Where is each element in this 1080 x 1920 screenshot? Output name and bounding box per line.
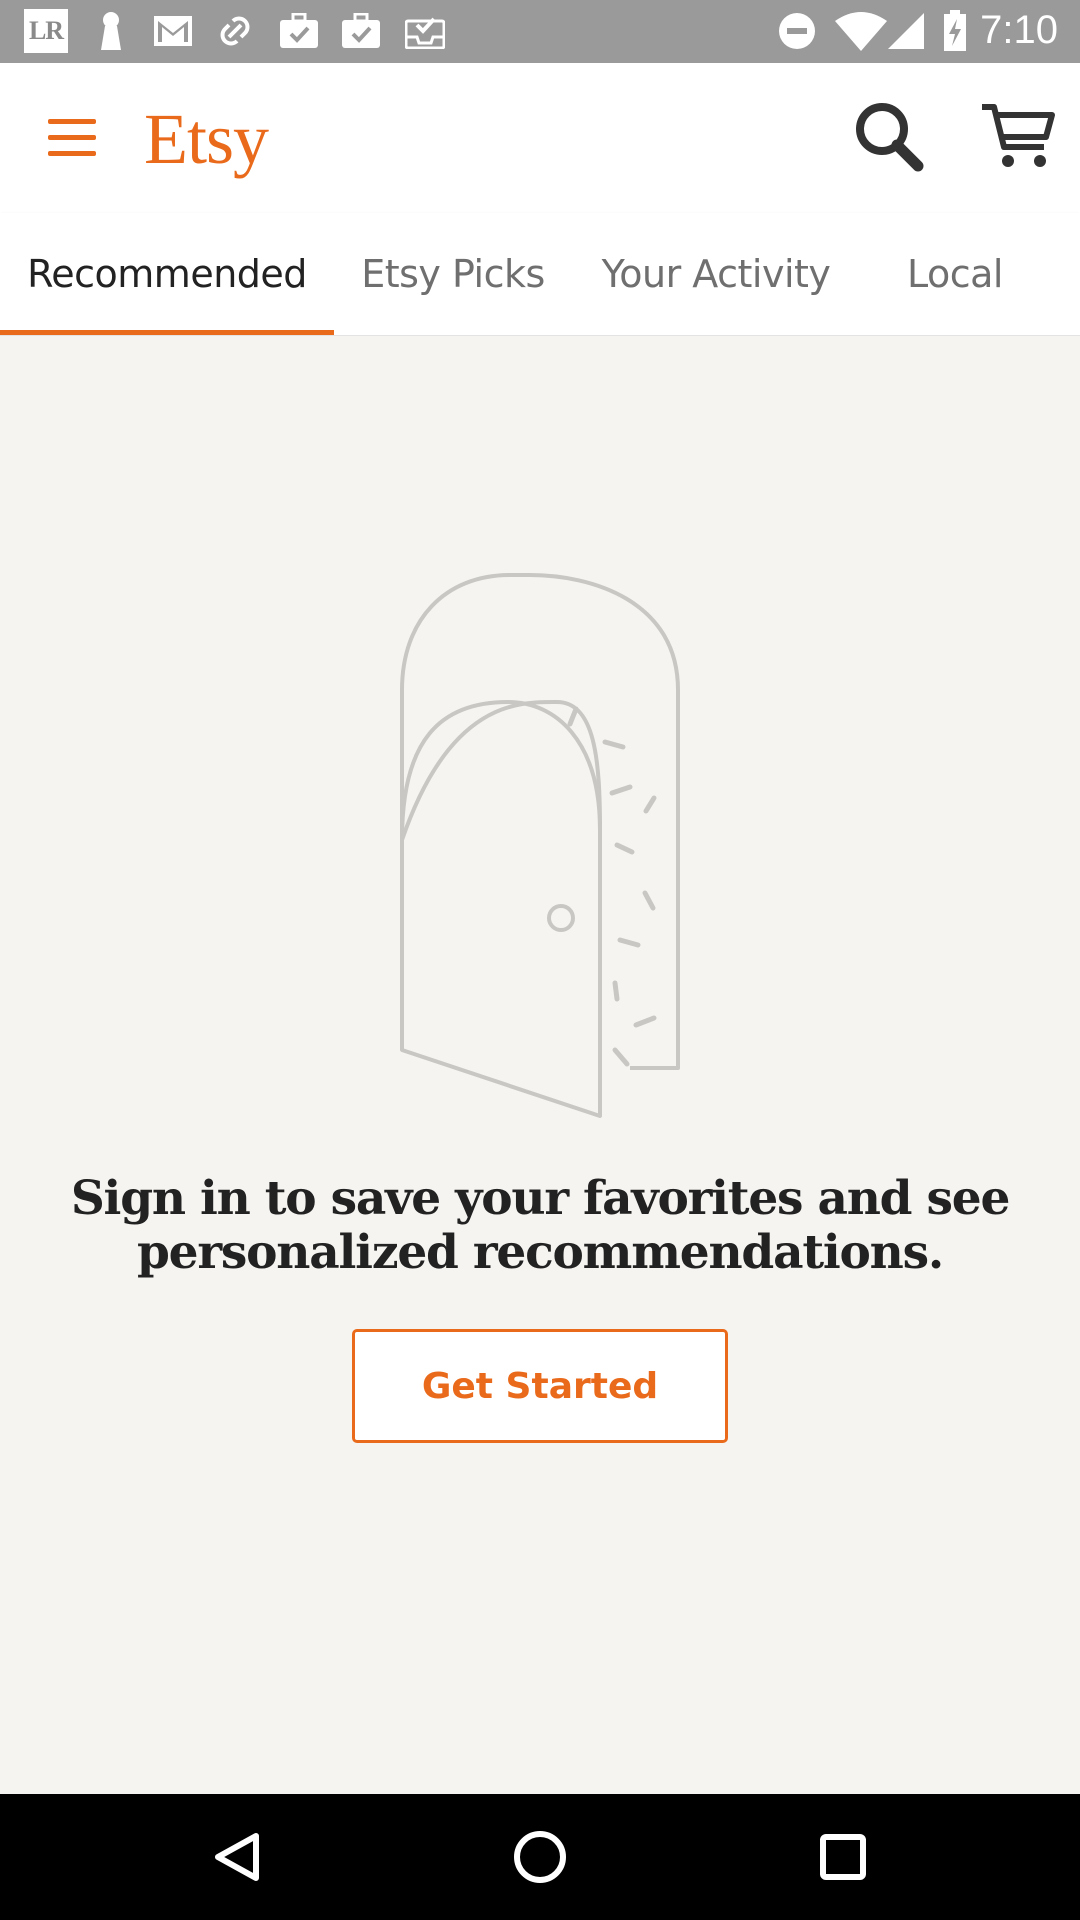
recommendations-empty-state: Sign in to save your favorites and see p… <box>0 336 1080 1794</box>
sign-in-message: Sign in to save your favorites and see p… <box>60 1172 1020 1280</box>
tab-recommended[interactable]: Recommended <box>0 213 334 335</box>
lr-app-icon: LR <box>24 9 68 53</box>
tab-local[interactable]: Local <box>880 213 1030 335</box>
keyhole-icon <box>96 10 126 52</box>
tab-etsy-picks[interactable]: Etsy Picks <box>350 213 556 335</box>
link-icon <box>214 10 256 52</box>
home-circle-icon[interactable] <box>505 1822 575 1892</box>
message-line-2: personalized recommendations. <box>136 1225 944 1280</box>
status-bar: LR 7:10 <box>0 0 1080 63</box>
battery-charging-icon <box>942 10 968 52</box>
wifi-icon <box>832 10 890 52</box>
get-started-button[interactable]: Get Started <box>352 1329 728 1443</box>
recents-square-icon[interactable] <box>808 1822 878 1892</box>
tab-bar: Recommended Etsy Picks Your Activity Loc… <box>0 213 1080 336</box>
hamburger-menu-icon[interactable] <box>44 115 100 161</box>
tab-your-activity[interactable]: Your Activity <box>588 213 844 335</box>
app-bar: Etsy <box>0 63 1080 213</box>
inbox-check-icon <box>404 10 446 52</box>
active-tab-indicator <box>0 330 334 335</box>
lr-label: LR <box>28 16 64 45</box>
gmail-icon <box>152 10 194 52</box>
briefcase-check-icon <box>278 10 320 52</box>
open-door-icon <box>390 336 690 1121</box>
message-line-1: Sign in to save your favorites and see <box>70 1171 1011 1226</box>
back-triangle-icon[interactable] <box>202 1822 272 1892</box>
briefcase-check-icon <box>340 10 382 52</box>
search-icon[interactable] <box>852 99 926 173</box>
do-not-disturb-icon <box>776 10 818 52</box>
cart-icon[interactable] <box>980 101 1056 173</box>
status-time: 7:10 <box>980 8 1058 52</box>
system-nav-bar <box>0 1794 1080 1920</box>
etsy-logo[interactable]: Etsy <box>144 103 269 175</box>
signal-icon <box>884 10 928 52</box>
